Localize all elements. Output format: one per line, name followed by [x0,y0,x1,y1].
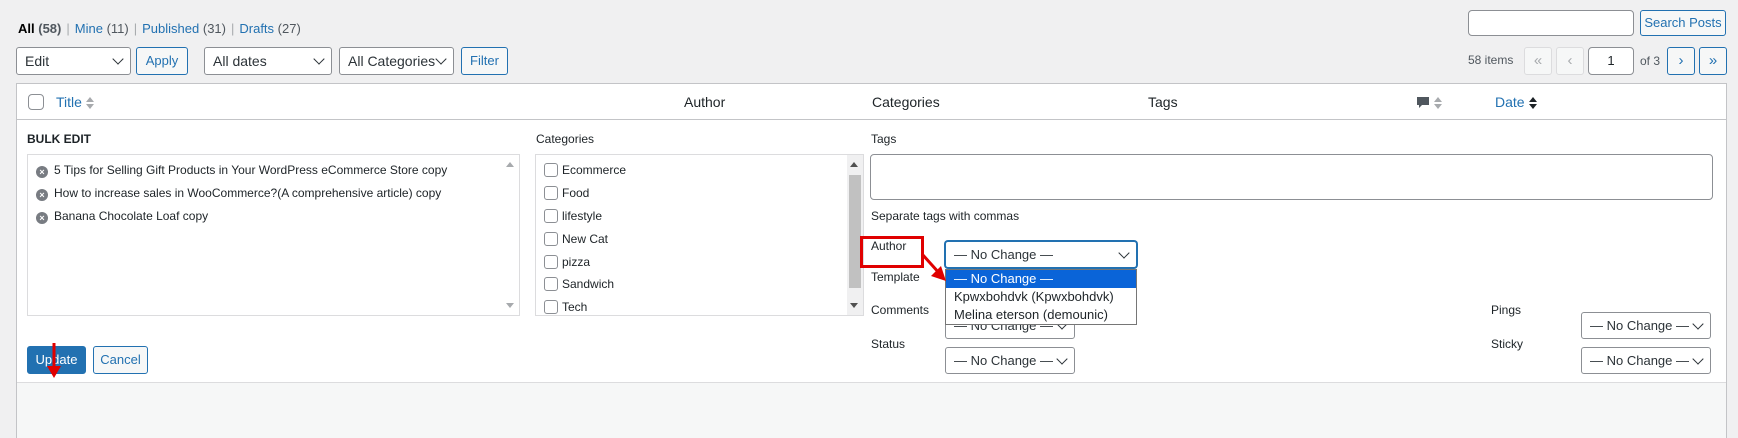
arrow-to-update-icon [47,343,61,378]
arrow-to-dropdown-icon [920,252,946,281]
annotation-arrows [47,252,946,378]
